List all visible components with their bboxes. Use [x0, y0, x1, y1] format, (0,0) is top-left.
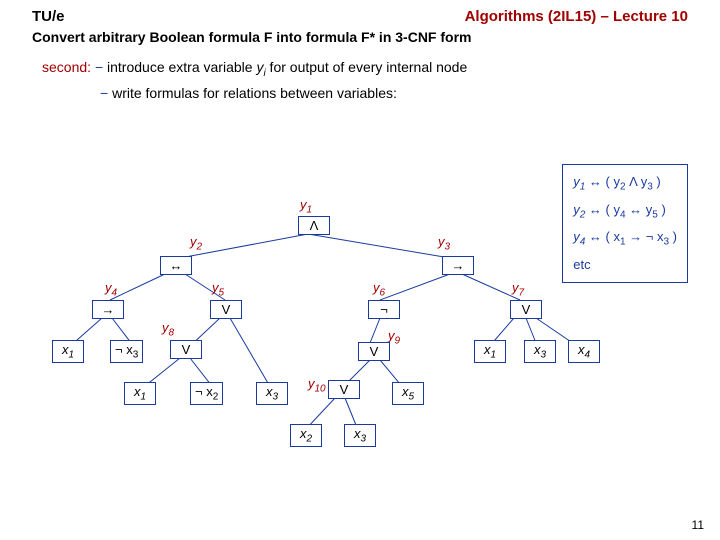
leaf-neg-x2: ¬ x2	[190, 382, 223, 405]
node-or-y5: V	[210, 300, 242, 319]
node-biimp: ↔	[160, 256, 192, 275]
y1-label: y1	[300, 197, 312, 216]
node-or-y9: V	[358, 342, 390, 361]
org-label: TU/e	[32, 8, 65, 25]
node-or-y8: V	[170, 340, 202, 359]
leaf-x3-b: x3	[344, 424, 376, 447]
step-line-1: second: − introduce extra variable yi fo…	[0, 45, 720, 79]
node-and: Λ	[298, 216, 330, 235]
step-line-2: − write formulas for relations between v…	[0, 79, 720, 101]
leaf-x3-a: x3	[256, 382, 288, 405]
y8-label: y8	[162, 320, 174, 339]
leaf-x2: x2	[290, 424, 322, 447]
step-label: second:	[42, 59, 91, 75]
formula-tree: y1 Λ y2 ↔ y3 → y4 → y5 V y6 ¬ y7 V y8 V …	[50, 200, 610, 500]
y7-label: y7	[512, 280, 524, 299]
node-or-y10: V	[328, 380, 360, 399]
leaf-x5: x5	[392, 382, 424, 405]
leaf-x1-b: x1	[124, 382, 156, 405]
leaf-x1-c: x1	[474, 340, 506, 363]
y10-label: y10	[308, 376, 326, 395]
course-label: Algorithms (2IL15) – Lecture 10	[465, 8, 688, 25]
y5-label: y5	[212, 280, 224, 299]
leaf-x1-a: x1	[52, 340, 84, 363]
y3-label: y3	[438, 234, 450, 253]
y4-label: y4	[105, 280, 117, 299]
leaf-x3-c: x3	[524, 340, 556, 363]
node-or-y7: V	[510, 300, 542, 319]
node-neg: ¬	[368, 300, 400, 319]
node-imp-left: →	[92, 300, 124, 319]
y6-label: y6	[373, 280, 385, 299]
y2-label: y2	[190, 234, 202, 253]
node-imp-right: →	[442, 256, 474, 275]
page-number: 11	[692, 518, 704, 532]
page-title: Convert arbitrary Boolean formula F into…	[0, 27, 720, 45]
leaf-neg-x3: ¬ x3	[110, 340, 143, 363]
leaf-x4: x4	[568, 340, 600, 363]
